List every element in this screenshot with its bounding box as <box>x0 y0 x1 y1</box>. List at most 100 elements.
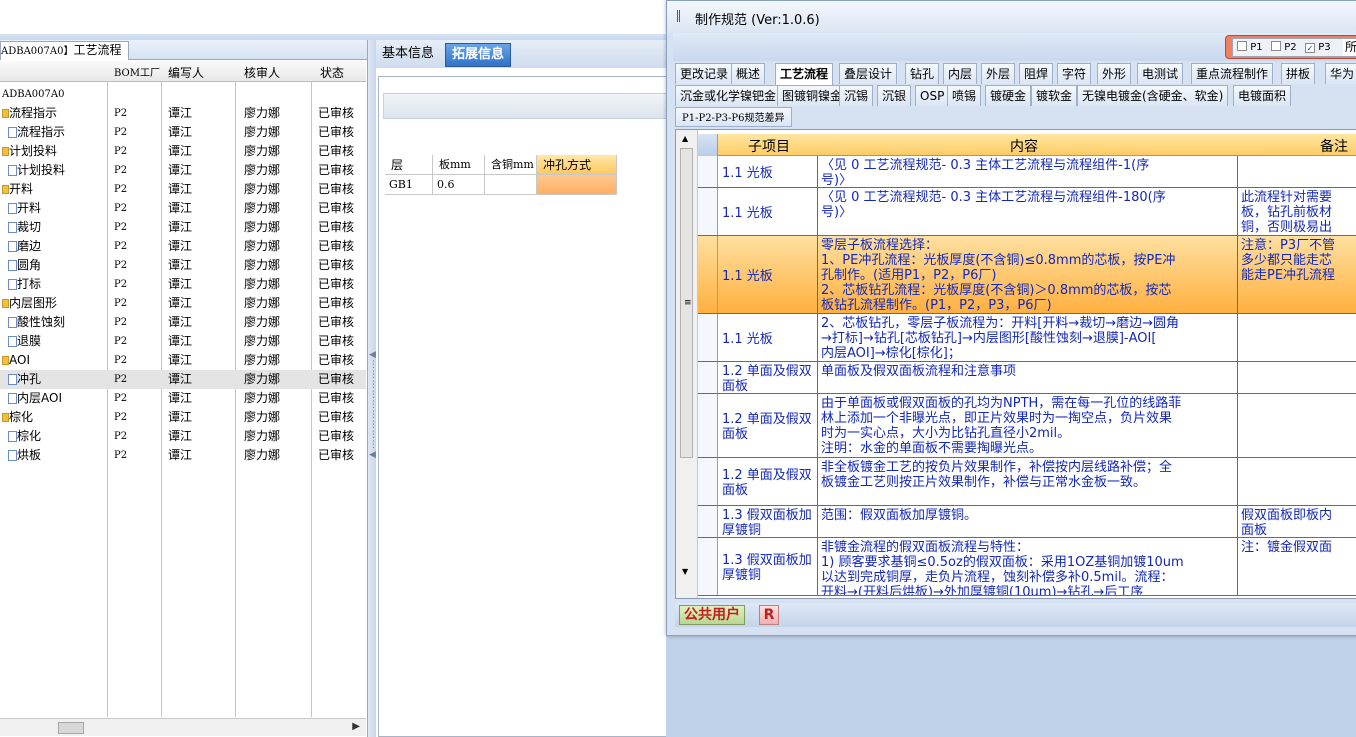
tree-row[interactable]: 圆角 P2 谭江 廖力娜 已审核 <box>0 256 366 275</box>
header-note[interactable]: 备注 <box>1320 136 1348 156</box>
row-indicator[interactable] <box>698 156 718 187</box>
tree-row[interactable]: 开料 P2 谭江 廖力娜 已审核 <box>0 180 366 199</box>
spec-tab[interactable]: OSP <box>915 85 950 106</box>
filter-p1[interactable]: P1 <box>1237 39 1263 56</box>
tree-row[interactable]: 烘板 P2 谭江 廖力娜 已审核 <box>0 446 366 465</box>
spec-row[interactable]: 1.3 假双面板加厚镀铜 范围：假双面板加厚镀铜。 假双面板即板内 面板 <box>698 506 1356 538</box>
header-layer[interactable]: 层 <box>385 155 433 175</box>
filter-p3[interactable]: ✓ P3 <box>1305 39 1331 56</box>
spec-tab[interactable]: 字符 <box>1057 63 1092 84</box>
tree-row[interactable]: 开料 P2 谭江 廖力娜 已审核 <box>0 199 366 218</box>
select-all-corner[interactable] <box>698 134 718 156</box>
r-button[interactable]: R <box>759 605 779 625</box>
cell-board-thickness[interactable]: 0.6 <box>433 175 485 195</box>
spec-tab[interactable]: 外层 <box>981 63 1016 84</box>
header-status[interactable]: 状态 <box>320 64 344 81</box>
spec-tab[interactable]: 镀硬金 <box>985 85 1032 106</box>
spec-row[interactable]: 1.1 光板 2、芯板钻孔，零层子板流程为：开料[开料→裁切→磨边→圆角 →打标]→… <box>698 314 1356 362</box>
spec-tab[interactable]: 沉银 <box>877 85 912 106</box>
header-copper-thickness[interactable]: 含铜mm <box>485 155 537 175</box>
tree-row[interactable]: 冲孔 P2 谭江 廖力娜 已审核 <box>0 370 366 389</box>
scroll-right-arrow-icon[interactable]: ▶ <box>352 721 360 732</box>
vertical-scrollbar[interactable]: ▲ ≡ ▼ <box>676 130 698 598</box>
spec-tab[interactable]: 概述 <box>731 63 766 84</box>
horizontal-scrollbar[interactable]: ▶ <box>0 718 366 736</box>
spec-row[interactable]: 1.2 单面及假双面板 非全板镀金工艺的按负片效果制作，补偿按内层线路补偿；全 板镀… <box>698 458 1356 506</box>
spec-tab[interactable]: 无镍电镀金(含硬金、软金) <box>1077 85 1229 106</box>
tree-row[interactable]: 退膜 P2 谭江 廖力娜 已审核 <box>0 332 366 351</box>
tree-row[interactable]: 计划投料 P2 谭江 廖力娜 已审核 <box>0 142 366 161</box>
current-user-badge[interactable]: 公共用户 <box>679 605 745 625</box>
spec-tab[interactable]: 叠层设计 <box>839 63 898 84</box>
scroll-down-arrow-icon[interactable]: ▼ <box>682 567 688 576</box>
cell-layer[interactable]: GB1 <box>385 175 433 195</box>
cell-punch-method[interactable] <box>537 175 617 195</box>
spec-row[interactable]: 1.2 单面及假双面板 由于单面板或假双面板的孔均为NPTH，需在每一孔位的线路菲… <box>698 394 1356 458</box>
spec-tab[interactable]: 内层 <box>943 63 978 84</box>
row-indicator[interactable] <box>698 236 718 313</box>
spec-tab[interactable]: 电测试 <box>1137 63 1184 84</box>
filter-all[interactable]: 所 <box>1343 39 1356 56</box>
spec-row[interactable]: 1.1 光板 〈见 0 工艺流程规范- 0.3 主体工艺流程与流程组件-1(序 号)… <box>698 156 1356 188</box>
filter-p2[interactable]: P2 <box>1271 39 1297 56</box>
header-bom[interactable]: BOM工厂 <box>114 64 160 79</box>
spec-tab[interactable]: 华为 <box>1325 63 1356 84</box>
row-indicator[interactable] <box>698 188 718 235</box>
header-board-thickness[interactable]: 板mm <box>433 155 485 175</box>
tree-row[interactable]: 内层AOI P2 谭江 廖力娜 已审核 <box>0 389 366 408</box>
tab-p-difference[interactable]: P1-P2-P3-P6规范差异 <box>675 107 792 127</box>
spec-row[interactable]: 1.1 光板 零层子板流程选择： 1、PE冲孔流程：光板厚度(不含铜)≤0.8mm的… <box>698 236 1356 314</box>
tree-row[interactable]: 棕化 P2 谭江 廖力娜 已审核 <box>0 408 366 427</box>
spec-row[interactable]: 1.1 光板 〈见 0 工艺流程规范- 0.3 主体工艺流程与流程组件-180(序… <box>698 188 1356 236</box>
header-writer[interactable]: 编写人 <box>168 64 204 81</box>
row-indicator[interactable] <box>698 314 718 361</box>
panel-splitter[interactable]: ◀ ⋮ ⋮ ⋮ ⋮ ⋮ ⋮ ⋮ ⋮ ⋮ ◀ <box>368 40 378 737</box>
spec-tab[interactable]: 镀软金 <box>1031 85 1078 106</box>
scroll-thumb[interactable] <box>58 722 84 734</box>
scroll-up-arrow-icon[interactable]: ▲ <box>682 134 688 143</box>
scroll-thumb[interactable]: ≡ <box>680 148 693 458</box>
checkbox-p3-checked-icon[interactable]: ✓ <box>1305 43 1315 53</box>
spec-tab[interactable]: 钻孔 <box>905 63 940 84</box>
tree-row[interactable]: 流程指示 P2 谭江 廖力娜 已审核 <box>0 104 366 123</box>
tree-row[interactable]: 流程指示 P2 谭江 廖力娜 已审核 <box>0 123 366 142</box>
spec-tab[interactable]: 阻焊 <box>1019 63 1054 84</box>
spec-tab[interactable]: 沉锡 <box>839 85 874 106</box>
row-indicator[interactable] <box>698 362 718 393</box>
tree-row[interactable]: 计划投料 P2 谭江 廖力娜 已审核 <box>0 161 366 180</box>
spec-tab[interactable]: 电镀面积 <box>1233 85 1292 106</box>
window-titlebar[interactable]: 制作规范 (Ver:1.0.6) <box>667 1 1356 33</box>
row-indicator[interactable] <box>698 458 718 505</box>
tree-row[interactable]: 打标 P2 谭江 廖力娜 已审核 <box>0 275 366 294</box>
row-indicator[interactable] <box>698 394 718 457</box>
spec-tab[interactable]: 拼板 <box>1281 63 1316 84</box>
tree-row[interactable]: AOI P2 谭江 廖力娜 已审核 <box>0 351 366 370</box>
header-subitem[interactable]: 子项目 <box>748 136 790 156</box>
row-indicator[interactable] <box>698 538 718 595</box>
tree-row[interactable]: 磨边 P2 谭江 廖力娜 已审核 <box>0 237 366 256</box>
spec-tab[interactable]: 外形 <box>1097 63 1132 84</box>
spec-tab[interactable]: 工艺流程 <box>775 63 834 85</box>
spec-row[interactable]: 1.2 单面及假双面板 单面板及假双面板流程和注意事项 <box>698 362 1356 394</box>
spec-tab[interactable]: 更改记录 <box>675 63 734 84</box>
tab-process-flow[interactable]: ADBA007A0】工艺流程 <box>0 41 129 60</box>
spec-row[interactable]: 1.3 假双面板加厚镀铜 非镀金流程的假双面板流程与特性： 1) 顾客要求基铜≤0.… <box>698 538 1356 596</box>
row-indicator[interactable] <box>698 506 718 537</box>
tree-root[interactable]: ADBA007A0 <box>0 85 366 104</box>
checkbox-p2[interactable] <box>1271 41 1281 51</box>
window-menu-icon[interactable] <box>677 10 687 22</box>
header-content[interactable]: 内容 <box>1010 136 1038 156</box>
cell-copper-thickness[interactable] <box>485 175 537 195</box>
tree-row[interactable]: 酸性蚀刻 P2 谭江 廖力娜 已审核 <box>0 313 366 332</box>
tree-row[interactable]: 内层图形 P2 谭江 廖力娜 已审核 <box>0 294 366 313</box>
tree-row[interactable]: 裁切 P2 谭江 廖力娜 已审核 <box>0 218 366 237</box>
tab-extended-info[interactable]: 拓展信息 <box>445 43 512 67</box>
spec-tab[interactable]: 喷锡 <box>947 85 982 106</box>
spec-tab[interactable]: 重点流程制作 <box>1191 63 1274 84</box>
spec-tab[interactable]: 图镀铜镍金 <box>777 85 848 106</box>
tab-basic-info[interactable]: 基本信息 <box>376 43 440 67</box>
header-punch-method[interactable]: 冲孔方式 <box>537 155 617 175</box>
checkbox-p1[interactable] <box>1237 41 1247 51</box>
tree-row[interactable]: 棕化 P2 谭江 廖力娜 已审核 <box>0 427 366 446</box>
spec-tab[interactable]: 沉金或化学镍钯金 <box>675 85 782 106</box>
